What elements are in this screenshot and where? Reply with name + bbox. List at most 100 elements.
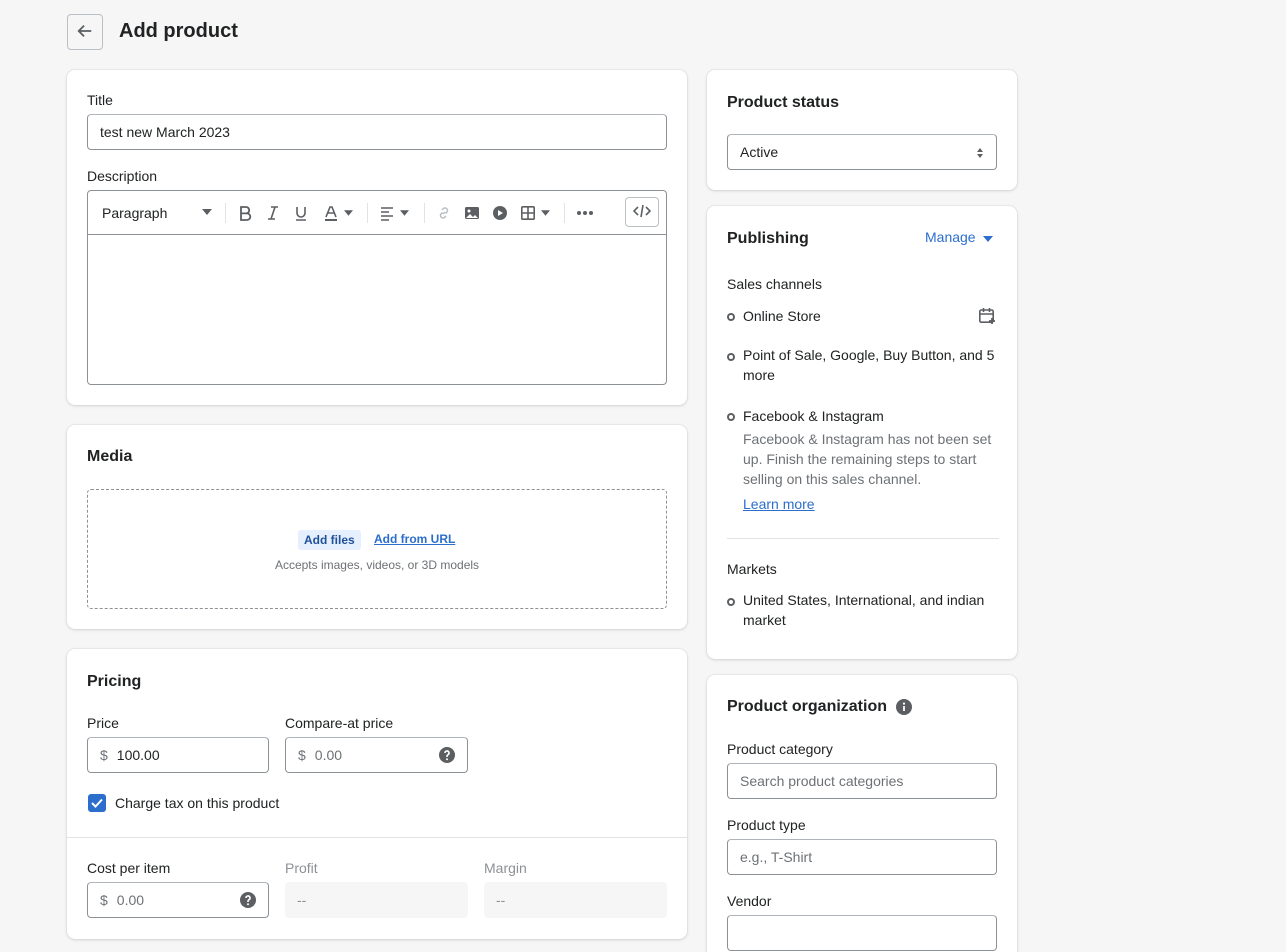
- bold-button[interactable]: [235, 203, 255, 223]
- video-button[interactable]: [490, 203, 510, 223]
- product-category-label: Product category: [727, 741, 833, 757]
- media-card: Media Add files Add from URL Accepts ima…: [67, 425, 687, 629]
- profit-value: --: [297, 892, 307, 908]
- table-button[interactable]: [518, 203, 552, 223]
- checkmark-icon: [91, 795, 103, 811]
- product-organization-heading: Product organization: [727, 698, 887, 715]
- more-button[interactable]: [574, 203, 596, 223]
- media-hint: Accepts images, videos, or 3D models: [274, 558, 480, 572]
- italic-icon: [266, 205, 280, 221]
- link-button[interactable]: [434, 203, 454, 223]
- channel-status-dot: [727, 313, 735, 321]
- title-label: Title: [87, 92, 113, 108]
- chevron-down-icon: [400, 210, 409, 216]
- italic-button[interactable]: [263, 203, 283, 223]
- channel-status-dot: [727, 413, 735, 421]
- arrow-left-icon: [76, 22, 94, 43]
- product-type-label: Product type: [727, 817, 806, 833]
- underline-button[interactable]: [291, 203, 311, 223]
- question-icon[interactable]: [439, 747, 455, 766]
- sales-channels-heading: Sales channels: [727, 276, 822, 292]
- image-button[interactable]: [462, 203, 482, 223]
- more-icon: [576, 210, 594, 216]
- manage-button[interactable]: Manage: [925, 229, 993, 245]
- select-arrows-icon: [976, 146, 984, 162]
- toolbar-divider: [424, 203, 425, 223]
- vendor-label: Vendor: [727, 893, 772, 909]
- calendar-icon[interactable]: [978, 307, 996, 328]
- profit-field: --: [285, 882, 468, 918]
- market-status-dot: [727, 598, 735, 606]
- product-organization-card: Product organization Product category Se…: [707, 675, 1017, 952]
- compare-at-price-label: Compare-at price: [285, 715, 394, 731]
- question-icon[interactable]: [240, 892, 256, 911]
- chevron-down-icon: [541, 210, 550, 216]
- product-category-placeholder: Search product categories: [740, 773, 904, 789]
- price-label: Price: [87, 715, 119, 731]
- video-icon: [492, 205, 508, 221]
- title-input-value: test new March 2023: [100, 124, 230, 140]
- editor-toolbar: Paragraph: [88, 191, 666, 235]
- cost-per-item-label: Cost per item: [87, 860, 171, 876]
- title-input[interactable]: test new March 2023: [87, 114, 667, 150]
- channel-pos-google: Point of Sale, Google, Buy Button, and 5…: [743, 347, 995, 383]
- format-select-label: Paragraph: [102, 205, 168, 221]
- code-icon: [632, 204, 652, 221]
- description-editor: Paragraph: [87, 190, 667, 385]
- cost-per-item-placeholder: 0.00: [116, 892, 145, 908]
- add-files-button[interactable]: Add files: [298, 530, 361, 550]
- media-heading: Media: [87, 448, 133, 465]
- product-status-card: Product status Active: [707, 70, 1017, 190]
- align-icon: [379, 205, 395, 221]
- product-status-select[interactable]: Active: [727, 134, 997, 170]
- margin-field: --: [484, 882, 667, 918]
- currency-prefix: $: [298, 747, 306, 763]
- underline-icon: [294, 205, 308, 221]
- compare-at-price-input[interactable]: $ 0.00: [285, 737, 468, 773]
- image-icon: [464, 205, 480, 221]
- charge-tax-checkbox[interactable]: [88, 794, 106, 812]
- description-label: Description: [87, 168, 158, 184]
- media-dropzone[interactable]: Add files Add from URL Accepts images, v…: [87, 489, 667, 609]
- price-value: 100.00: [116, 747, 160, 763]
- product-type-input[interactable]: e.g., T-Shirt: [727, 839, 997, 875]
- add-files-label: Add files: [304, 533, 355, 547]
- back-button[interactable]: [67, 14, 103, 50]
- product-status-value: Active: [740, 144, 779, 160]
- cost-per-item-input[interactable]: $ 0.00: [87, 882, 269, 918]
- chevron-down-icon: [982, 229, 993, 245]
- text-color-button[interactable]: [321, 203, 355, 223]
- pricing-card: Pricing Price $ 100.00 Compare-at price …: [67, 649, 687, 939]
- code-view-button[interactable]: [625, 197, 659, 227]
- toolbar-divider: [564, 203, 565, 223]
- markets-heading: Markets: [727, 561, 777, 577]
- description-textarea[interactable]: [88, 235, 666, 384]
- page-title: Add product: [119, 20, 238, 42]
- margin-value: --: [496, 892, 506, 908]
- channel-facebook-instagram: Facebook & Instagram: [743, 408, 884, 424]
- price-input[interactable]: $ 100.00: [87, 737, 269, 773]
- align-button[interactable]: [377, 203, 411, 223]
- markets-value: United States, International, and indian…: [743, 592, 985, 628]
- chevron-down-icon: [202, 209, 212, 215]
- format-select[interactable]: Paragraph: [102, 203, 212, 223]
- text-color-icon: [323, 205, 339, 221]
- vendor-input[interactable]: [727, 915, 997, 951]
- margin-label: Margin: [484, 860, 527, 876]
- info-icon[interactable]: [896, 699, 912, 715]
- add-from-url-link[interactable]: Add from URL: [374, 532, 455, 546]
- profit-label: Profit: [285, 860, 318, 876]
- bold-icon: [238, 205, 252, 221]
- compare-at-price-placeholder: 0.00: [314, 747, 343, 763]
- product-type-placeholder: e.g., T-Shirt: [740, 849, 813, 865]
- publishing-heading: Publishing: [727, 230, 809, 247]
- chevron-down-icon: [344, 210, 353, 216]
- product-organization-header: Product organization: [727, 698, 912, 716]
- link-icon: [436, 205, 452, 221]
- facebook-setup-note: Facebook & Instagram has not been set up…: [743, 431, 992, 487]
- product-category-input[interactable]: Search product categories: [727, 763, 997, 799]
- currency-prefix: $: [100, 892, 108, 908]
- currency-prefix: $: [100, 747, 108, 763]
- channel-online-store: Online Store: [743, 308, 821, 324]
- learn-more-link[interactable]: Learn more: [743, 496, 815, 512]
